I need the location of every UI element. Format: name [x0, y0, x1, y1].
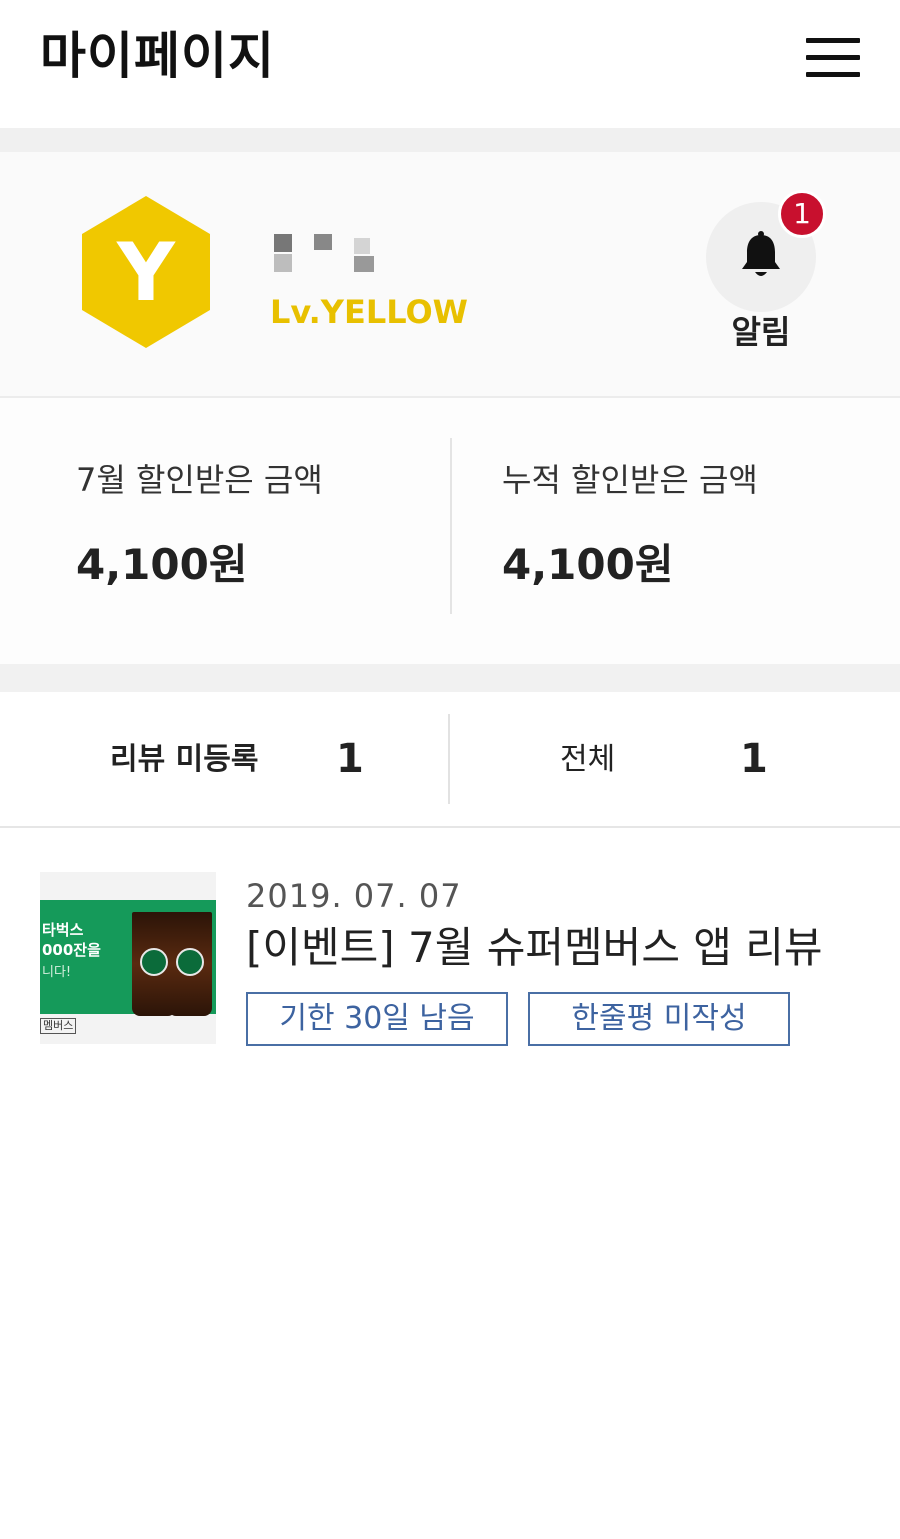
- review-thumbnail: 타벅스 000잔을 니다! 멤버스: [40, 872, 216, 1044]
- deadline-chip: 기한 30일 남음: [246, 992, 508, 1046]
- tab-review-unregistered[interactable]: 리뷰 미등록 1: [0, 692, 448, 826]
- page-title: 마이페이지: [40, 27, 275, 85]
- bell-icon: [742, 231, 780, 276]
- thumb-tag: 멤버스: [40, 1018, 77, 1034]
- thumb-text: 니다!: [42, 965, 72, 980]
- comment-status-chip: 한줄평 미작성: [528, 992, 790, 1046]
- section-divider: [0, 664, 900, 692]
- discount-summary: 7월 할인받은 금액 4,100원 누적 할인받은 금액 4,100원: [0, 398, 900, 664]
- notification-label: 알림: [731, 313, 791, 351]
- badge-letter: Y: [116, 226, 176, 319]
- tab-count: 1: [740, 736, 768, 782]
- coffee-cup-image: [168, 912, 212, 1016]
- review-date: 2019. 07. 07: [246, 877, 462, 915]
- monthly-discount-label: 7월 할인받은 금액: [76, 461, 323, 499]
- amount-divider: [450, 438, 452, 614]
- tab-all[interactable]: 전체 1: [450, 692, 900, 826]
- total-discount-value: 4,100원: [502, 540, 674, 589]
- profile-section: Y Lv.YELLOW 1 알림: [0, 152, 900, 398]
- thumb-text: 타벅스: [42, 921, 84, 939]
- section-divider: [0, 128, 900, 152]
- tab-label: 리뷰 미등록: [110, 742, 259, 777]
- tab-count: 1: [336, 736, 364, 782]
- review-list-item[interactable]: 타벅스 000잔을 니다! 멤버스 2019. 07. 07 [이벤트] 7월 …: [0, 828, 900, 1078]
- review-title: [이벤트] 7월 슈퍼멤버스 앱 리뷰: [246, 923, 823, 972]
- hamburger-menu-icon[interactable]: [806, 38, 860, 78]
- tab-label: 전체: [560, 742, 616, 777]
- thumb-text: 000잔을: [42, 941, 101, 959]
- monthly-discount-value: 4,100원: [76, 540, 248, 589]
- top-app-bar: 마이페이지: [0, 0, 900, 128]
- notification-count-badge: 1: [778, 190, 826, 238]
- total-discount-label: 누적 할인받은 금액: [502, 461, 758, 499]
- level-label: Lv.YELLOW: [270, 293, 468, 331]
- review-filter-tabs: 리뷰 미등록 1 전체 1: [0, 692, 900, 828]
- user-name-blurred: [272, 230, 382, 272]
- level-badge-icon: Y: [82, 196, 210, 348]
